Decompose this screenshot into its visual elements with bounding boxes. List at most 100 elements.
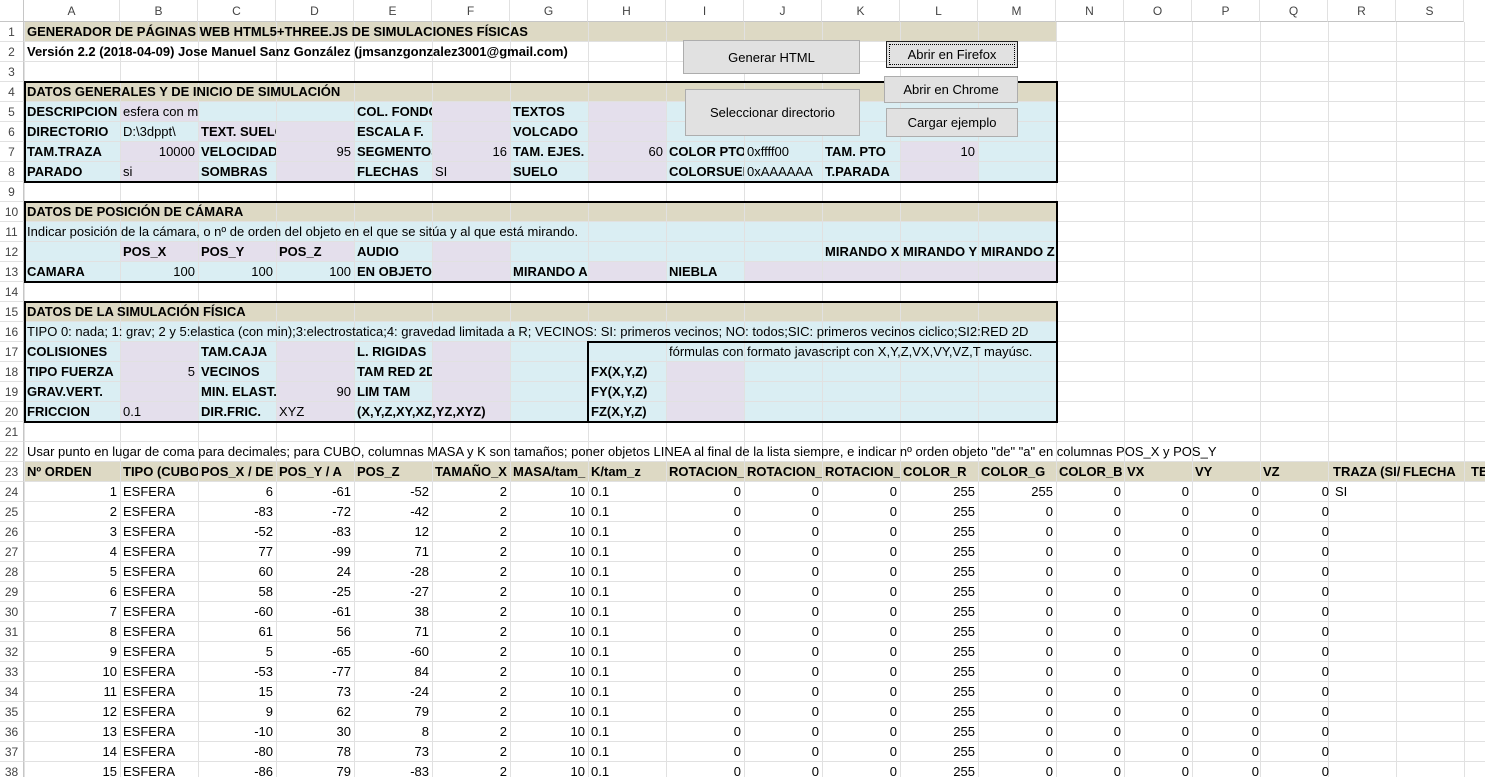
- table-cell[interactable]: -65: [276, 642, 354, 662]
- column-header[interactable]: N: [1056, 0, 1124, 22]
- table-cell[interactable]: 0: [744, 722, 822, 742]
- table-cell[interactable]: 0: [1262, 502, 1332, 522]
- table-cell[interactable]: 255: [900, 642, 978, 662]
- table-cell[interactable]: 0: [822, 522, 900, 542]
- table-cell[interactable]: 0: [1262, 602, 1332, 622]
- column-header[interactable]: C: [198, 0, 276, 22]
- table-cell[interactable]: 10: [510, 662, 588, 682]
- table-cell[interactable]: 0: [666, 562, 744, 582]
- cell-L12[interactable]: MIRANDO Y: [900, 242, 978, 262]
- cell-M12[interactable]: MIRANDO Z: [978, 242, 1056, 262]
- table-cell[interactable]: ESFERA: [120, 582, 198, 602]
- cell-L7[interactable]: 10: [900, 142, 978, 162]
- table-cell[interactable]: 0: [1262, 702, 1332, 722]
- cell-A8[interactable]: PARADO: [24, 162, 120, 182]
- table-cell[interactable]: 0: [1056, 482, 1124, 502]
- table-cell[interactable]: 0: [744, 762, 822, 777]
- table-header[interactable]: FLECHA: [1400, 462, 1468, 482]
- table-header[interactable]: POS_Y / A: [276, 462, 354, 482]
- table-cell[interactable]: 0: [744, 702, 822, 722]
- cell-A1[interactable]: GENERADOR DE PÁGINAS WEB HTML5+THREE.JS …: [24, 22, 1424, 42]
- table-cell[interactable]: 5: [24, 562, 120, 582]
- table-cell[interactable]: 255: [900, 702, 978, 722]
- column-header[interactable]: P: [1192, 0, 1260, 22]
- table-cell[interactable]: 0: [1192, 762, 1262, 777]
- cell-D7[interactable]: 95: [276, 142, 354, 162]
- row-header[interactable]: 34: [0, 682, 24, 702]
- table-cell[interactable]: ESFERA: [120, 682, 198, 702]
- cell-C7[interactable]: VELOCIDAD: [198, 142, 276, 162]
- table-cell[interactable]: 0: [1192, 742, 1262, 762]
- column-header[interactable]: F: [432, 0, 510, 22]
- column-header[interactable]: R: [1328, 0, 1396, 22]
- table-cell[interactable]: -80: [198, 742, 276, 762]
- row-header[interactable]: 8: [0, 162, 24, 182]
- row-header[interactable]: 2: [0, 42, 24, 62]
- table-cell[interactable]: ESFERA: [120, 722, 198, 742]
- table-cell[interactable]: 10: [510, 702, 588, 722]
- table-cell[interactable]: 12: [24, 702, 120, 722]
- row-header[interactable]: 9: [0, 182, 24, 202]
- cell-A10[interactable]: DATOS DE POSICIÓN DE CÁMARA: [24, 202, 1424, 222]
- table-cell[interactable]: -99: [276, 542, 354, 562]
- cell-E19[interactable]: LIM TAM: [354, 382, 432, 402]
- table-cell[interactable]: -10: [198, 722, 276, 742]
- cell-E13[interactable]: EN OBJETO: [354, 262, 432, 282]
- cell-D12[interactable]: POS_Z: [276, 242, 354, 262]
- table-cell[interactable]: 0: [666, 742, 744, 762]
- row-header[interactable]: 32: [0, 642, 24, 662]
- table-cell[interactable]: 10: [510, 742, 588, 762]
- table-cell[interactable]: 10: [510, 602, 588, 622]
- row-header[interactable]: 33: [0, 662, 24, 682]
- table-cell[interactable]: 255: [900, 682, 978, 702]
- cell-E5[interactable]: COL. FONDO: [354, 102, 432, 122]
- table-cell[interactable]: 0: [1056, 682, 1124, 702]
- table-cell[interactable]: -72: [276, 502, 354, 522]
- row-header[interactable]: 30: [0, 602, 24, 622]
- table-cell[interactable]: 71: [354, 542, 432, 562]
- column-header[interactable]: E: [354, 0, 432, 22]
- cell-B6[interactable]: D:\3dppt\: [120, 122, 198, 142]
- table-cell[interactable]: 255: [900, 622, 978, 642]
- row-header[interactable]: 24: [0, 482, 24, 502]
- table-cell[interactable]: ESFERA: [120, 562, 198, 582]
- table-cell[interactable]: 0: [1056, 642, 1124, 662]
- table-cell[interactable]: 0: [1124, 662, 1192, 682]
- table-cell[interactable]: -83: [198, 502, 276, 522]
- cell-A13[interactable]: CAMARA: [24, 262, 120, 282]
- cell-C6[interactable]: TEXT. SUELO: [198, 122, 276, 142]
- cell-A11[interactable]: Indicar posición de la cámara, o nº de o…: [24, 222, 1424, 242]
- table-cell[interactable]: 0: [1124, 542, 1192, 562]
- table-cell[interactable]: 10: [510, 762, 588, 777]
- load-example-button[interactable]: Cargar ejemplo: [886, 108, 1018, 137]
- table-cell[interactable]: 0.1: [588, 662, 666, 682]
- table-cell[interactable]: 0.1: [588, 682, 666, 702]
- table-cell[interactable]: 0: [1192, 482, 1262, 502]
- row-header[interactable]: 3: [0, 62, 24, 82]
- table-cell[interactable]: -83: [276, 522, 354, 542]
- cell-A22[interactable]: Usar punto en lugar de coma para decimal…: [24, 442, 1424, 462]
- table-cell[interactable]: 0: [1124, 642, 1192, 662]
- table-cell[interactable]: 0: [978, 642, 1056, 662]
- table-cell[interactable]: 0: [666, 602, 744, 622]
- column-header[interactable]: D: [276, 0, 354, 22]
- row-header[interactable]: 12: [0, 242, 24, 262]
- table-cell[interactable]: 2: [432, 742, 510, 762]
- cell-B8[interactable]: si: [120, 162, 198, 182]
- table-cell[interactable]: 0: [822, 502, 900, 522]
- cell-I8[interactable]: COLORSUELO: [666, 162, 744, 182]
- table-cell[interactable]: 0: [1192, 662, 1262, 682]
- table-cell[interactable]: 0: [978, 542, 1056, 562]
- cell-A17[interactable]: COLISIONES: [24, 342, 120, 362]
- cell-F7[interactable]: 16: [432, 142, 510, 162]
- table-header[interactable]: K/tam_z: [588, 462, 666, 482]
- row-header[interactable]: 1: [0, 22, 24, 42]
- column-header[interactable]: M: [978, 0, 1056, 22]
- table-cell[interactable]: 0: [1056, 742, 1124, 762]
- table-cell[interactable]: 0: [1124, 702, 1192, 722]
- row-header[interactable]: 18: [0, 362, 24, 382]
- cell-G13[interactable]: MIRANDO A: [510, 262, 588, 282]
- table-cell[interactable]: 0: [744, 642, 822, 662]
- table-cell[interactable]: 0: [978, 602, 1056, 622]
- table-cell[interactable]: 0: [1124, 682, 1192, 702]
